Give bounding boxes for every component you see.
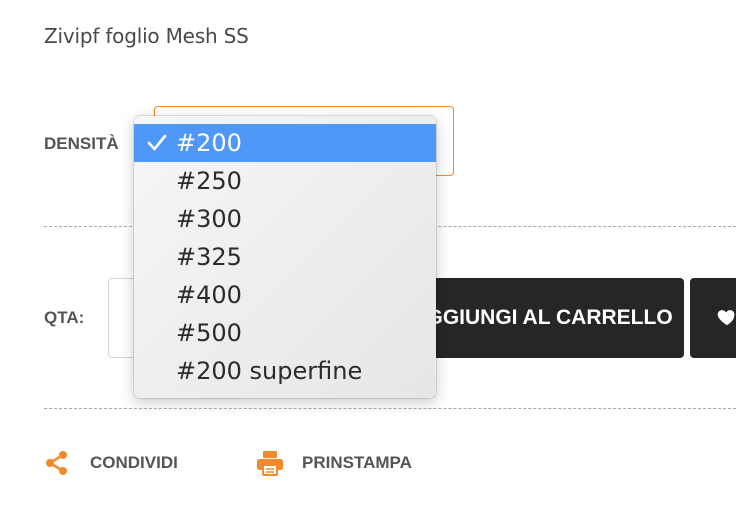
density-option-label: #200 bbox=[176, 129, 242, 157]
density-option-500[interactable]: #500 bbox=[134, 314, 436, 352]
density-option-label: #300 bbox=[176, 205, 242, 233]
density-option-400[interactable]: #400 bbox=[134, 276, 436, 314]
density-option-300[interactable]: #300 bbox=[134, 200, 436, 238]
heart-icon bbox=[717, 310, 735, 326]
density-option-label: #500 bbox=[176, 319, 242, 347]
density-option-250[interactable]: #250 bbox=[134, 162, 436, 200]
product-title: Zivipf foglio Mesh SS bbox=[44, 24, 249, 48]
print-action[interactable]: PRINSTAMPA bbox=[256, 450, 412, 476]
density-option-label: #200 superfine bbox=[176, 357, 363, 385]
checkmark-icon bbox=[147, 134, 167, 151]
density-option-325[interactable]: #325 bbox=[134, 238, 436, 276]
add-to-cart-label: AGGIUNGI AL CARRELLO bbox=[411, 306, 673, 329]
share-icon bbox=[46, 451, 67, 475]
share-label: CONDIVIDI bbox=[90, 453, 178, 472]
density-option-200[interactable]: #200 bbox=[134, 124, 436, 162]
density-label: DENSITÀ bbox=[44, 134, 119, 153]
density-option-label: #400 bbox=[176, 281, 242, 309]
density-option-200-superfine[interactable]: #200 superfine bbox=[134, 352, 436, 390]
share-action[interactable]: CONDIVIDI bbox=[44, 450, 178, 476]
printer-icon bbox=[257, 451, 283, 476]
print-label: PRINSTAMPA bbox=[302, 453, 412, 472]
product-options-page: Zivipf foglio Mesh SS DENSITÀ QTA: AGGIU… bbox=[0, 0, 736, 512]
divider bbox=[44, 408, 736, 409]
quantity-label: QTA: bbox=[44, 308, 85, 327]
wishlist-button[interactable] bbox=[690, 278, 736, 358]
density-option-label: #250 bbox=[176, 167, 242, 195]
density-dropdown-menu: #200 #250 #300 #325 #400 #500 #200 super… bbox=[134, 116, 436, 398]
density-option-label: #325 bbox=[176, 243, 242, 271]
